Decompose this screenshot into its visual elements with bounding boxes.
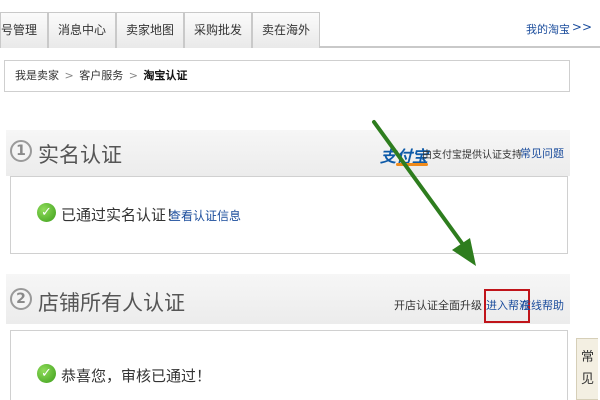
floating-faq-tab[interactable]: 常见	[576, 338, 598, 400]
tab-label: 卖家地图	[125, 23, 174, 37]
store-owner-verification-panel: ✓ 恭喜您，审核已通过！	[10, 330, 568, 400]
tab-label: 号管理	[1, 23, 38, 37]
tab-seller-map[interactable]: 卖家地图	[116, 12, 184, 48]
faq-link[interactable]: 常见问题	[520, 145, 564, 161]
breadcrumb-item-customer-service[interactable]: 客户服务	[79, 69, 123, 82]
review-status: 恭喜您，审核已通过！	[61, 367, 212, 385]
check-circle-icon: ✓	[37, 203, 56, 222]
breadcrumb-item-seller[interactable]: 我是卖家	[15, 69, 59, 82]
tab-label: 采购批发	[193, 23, 242, 37]
double-chevron-right-icon[interactable]: >>	[572, 20, 592, 34]
tab-wholesale[interactable]: 采购批发	[184, 12, 252, 48]
view-verification-info-link[interactable]: 查看认证信息	[169, 207, 241, 224]
realname-verification-header: 1 实名认证 支付宝 由支付宝提供认证支持 常见问题	[6, 130, 570, 176]
my-taobao-link[interactable]: 我的淘宝	[526, 21, 570, 37]
store-owner-verification-header: 2 店铺所有人认证 开店认证全面升级 进入帮派 在线帮助	[6, 274, 570, 324]
breadcrumb-separator: >	[64, 69, 74, 82]
step-number-badge: 1	[10, 140, 32, 162]
realname-verification-panel: ✓ 已通过实名认证！ 查看认证信息	[10, 176, 568, 254]
section-title: 实名认证	[38, 143, 122, 167]
alipay-logo-swoosh	[396, 163, 428, 166]
tab-label: 消息中心	[57, 23, 106, 37]
tab-account-management[interactable]: 号管理	[0, 12, 48, 48]
tab-message-center[interactable]: 消息中心	[48, 12, 116, 48]
tab-sell-overseas[interactable]: 卖在海外	[252, 12, 320, 48]
section-title: 店铺所有人认证	[38, 291, 185, 315]
check-circle-icon: ✓	[37, 364, 56, 383]
tab-label: 卖在海外	[261, 23, 310, 37]
top-nav-bar: 号管理 消息中心 卖家地图 采购批发 卖在海外	[0, 12, 600, 48]
breadcrumb-current: 淘宝认证	[143, 69, 188, 82]
upgrade-announcement-link[interactable]: 开店认证全面升级	[394, 297, 482, 313]
online-help-link[interactable]: 在线帮助	[520, 297, 564, 313]
breadcrumb-separator: >	[128, 69, 138, 82]
verification-status: 已通过实名认证！	[61, 206, 182, 224]
step-number-badge: 2	[10, 288, 32, 310]
provider-note: 由支付宝提供认证支持	[422, 150, 522, 161]
breadcrumb: 我是卖家 > 客户服务 > 淘宝认证	[4, 60, 570, 92]
